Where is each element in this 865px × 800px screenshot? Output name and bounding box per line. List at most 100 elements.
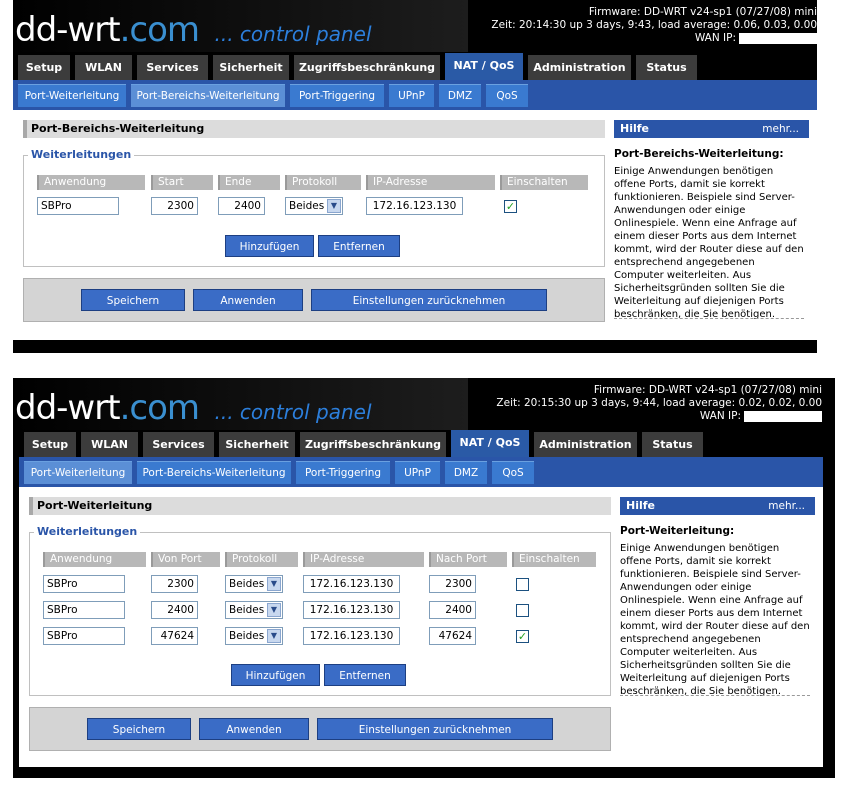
- end-port-input[interactable]: 2400: [218, 197, 265, 215]
- apply-button[interactable]: Anwenden: [199, 718, 309, 740]
- help-text: Einige Anwendungen benötigen offene Port…: [620, 543, 810, 697]
- subtab-port-triggering[interactable]: Port-Triggering: [296, 461, 390, 484]
- protocol-select[interactable]: Beides ▼: [225, 627, 283, 645]
- subtab-port-weiterleitung[interactable]: Port-Weiterleitung: [24, 461, 132, 484]
- subtab-port-bereichs-weiterleitung[interactable]: Port-Bereichs-Weiterleitung: [131, 84, 285, 107]
- save-button[interactable]: Speichern: [87, 718, 191, 740]
- wan-ip-label: WAN IP:: [699, 410, 741, 422]
- tab-sicherheit[interactable]: Sicherheit: [213, 55, 289, 81]
- tab-services[interactable]: Services: [137, 55, 208, 81]
- protocol-select[interactable]: Beides ▼: [225, 601, 283, 619]
- enable-checkbox[interactable]: [516, 604, 529, 617]
- start-port-input[interactable]: 2300: [151, 197, 198, 215]
- tab-setup[interactable]: Setup: [24, 432, 76, 458]
- tab-status[interactable]: Status: [636, 55, 697, 81]
- app-name-input[interactable]: SBPro: [37, 197, 119, 215]
- help-text: Einige Anwendungen benötigen offene Port…: [614, 166, 804, 320]
- tab-setup[interactable]: Setup: [18, 55, 70, 81]
- protocol-select[interactable]: Beides ▼: [285, 197, 343, 215]
- from-port-input[interactable]: 2400: [151, 601, 198, 619]
- tab-nat-qos[interactable]: NAT / QoS: [445, 53, 523, 81]
- enable-checkbox[interactable]: [516, 578, 529, 591]
- add-button[interactable]: Hinzufügen: [231, 664, 320, 686]
- ip-address-input[interactable]: 172.16.123.130: [303, 627, 400, 645]
- control-panel-range-forwarding: dd-wrt.com ... control panel Firmware: D…: [13, 0, 817, 353]
- ip-address-input[interactable]: 172.16.123.130: [303, 601, 400, 619]
- tab-services[interactable]: Services: [143, 432, 214, 458]
- subtab-port-bereichs-weiterleitung[interactable]: Port-Bereichs-Weiterleitung: [137, 461, 291, 484]
- col-protokoll: Protokoll: [285, 175, 361, 190]
- help-subtitle: Port-Weiterleitung:: [620, 525, 735, 537]
- firmware-text: Firmware: DD-WRT v24-sp1 (07/27/08) mini: [593, 384, 822, 396]
- subtab-port-weiterleitung[interactable]: Port-Weiterleitung: [18, 84, 126, 107]
- col-einschalten: Einschalten: [500, 175, 588, 190]
- tab-nat-qos[interactable]: NAT / QoS: [451, 430, 529, 458]
- remove-button[interactable]: Entfernen: [318, 235, 400, 257]
- reset-button[interactable]: Einstellungen zurücknehmen: [317, 718, 553, 740]
- col-nach-port: Nach Port: [429, 552, 507, 567]
- enable-checkbox[interactable]: ✓: [516, 630, 529, 643]
- help-subtitle: Port-Bereichs-Weiterleitung:: [614, 148, 784, 160]
- app-name-input[interactable]: SBPro: [43, 627, 125, 645]
- wan-ip-value: [739, 32, 817, 44]
- help-panel: Hilfe mehr... Port-Weiterleitung: Einige…: [620, 497, 815, 707]
- action-bar: Speichern Anwenden Einstellungen zurückn…: [23, 278, 605, 322]
- save-button[interactable]: Speichern: [81, 289, 185, 311]
- help-more-link[interactable]: mehr...: [762, 120, 799, 138]
- help-divider: [620, 695, 810, 696]
- tab-sicherheit[interactable]: Sicherheit: [219, 432, 295, 458]
- tab-zugriffsbeschraenkung[interactable]: Zugriffsbeschränkung: [294, 55, 440, 81]
- main-tabs: Setup WLAN Services Sicherheit Zugriffsb…: [24, 430, 824, 458]
- router-status: Firmware: DD-WRT v24-sp1 (07/27/08) mini…: [496, 384, 822, 423]
- help-more-link[interactable]: mehr...: [768, 497, 805, 515]
- col-anwendung: Anwendung: [43, 552, 146, 567]
- app-name-input[interactable]: SBPro: [43, 601, 125, 619]
- reset-button[interactable]: Einstellungen zurücknehmen: [311, 289, 547, 311]
- to-port-input[interactable]: 2300: [429, 575, 476, 593]
- subtab-port-triggering[interactable]: Port-Triggering: [290, 84, 384, 107]
- forwarding-fieldset: Weiterleitungen Anwendung Von Port Proto…: [29, 525, 611, 696]
- remove-button[interactable]: Entfernen: [324, 664, 406, 686]
- fieldset-legend: Weiterleitungen: [28, 148, 135, 161]
- col-ip-adresse: IP-Adresse: [366, 175, 495, 190]
- main-content: Port-Bereichs-Weiterleitung Weiterleitun…: [13, 110, 817, 340]
- uptime-text: Zeit: 20:14:30 up 3 days, 9:43, load ave…: [491, 19, 817, 31]
- ip-address-input[interactable]: 172.16.123.130: [366, 197, 463, 215]
- apply-button[interactable]: Anwenden: [193, 289, 303, 311]
- add-button[interactable]: Hinzufügen: [225, 235, 314, 257]
- help-divider: [614, 318, 804, 319]
- subtab-qos[interactable]: QoS: [492, 461, 534, 484]
- from-port-input[interactable]: 47624: [151, 627, 198, 645]
- subtab-upnp[interactable]: UPnP: [395, 461, 440, 484]
- wan-ip-value: [744, 410, 822, 422]
- col-einschalten: Einschalten: [512, 552, 596, 567]
- subtab-dmz[interactable]: DMZ: [439, 84, 481, 107]
- help-title: Hilfe: [620, 122, 649, 135]
- tab-zugriffsbeschraenkung[interactable]: Zugriffsbeschränkung: [300, 432, 446, 458]
- from-port-input[interactable]: 2300: [151, 575, 198, 593]
- tab-status[interactable]: Status: [642, 432, 703, 458]
- tab-administration[interactable]: Administration: [528, 55, 631, 81]
- tab-wlan[interactable]: WLAN: [75, 55, 132, 81]
- tab-wlan[interactable]: WLAN: [81, 432, 138, 458]
- tab-administration[interactable]: Administration: [534, 432, 637, 458]
- firmware-text: Firmware: DD-WRT v24-sp1 (07/27/08) mini: [588, 6, 817, 18]
- chevron-down-icon: ▼: [267, 629, 281, 643]
- ddwrt-logo: dd-wrt.com ... control panel: [15, 388, 372, 428]
- ip-address-input[interactable]: 172.16.123.130: [303, 575, 400, 593]
- sub-tabs: Port-Weiterleitung Port-Bereichs-Weiterl…: [13, 80, 817, 110]
- app-name-input[interactable]: SBPro: [43, 575, 125, 593]
- protocol-value: Beides: [289, 200, 325, 212]
- enable-checkbox[interactable]: ✓: [504, 200, 517, 213]
- col-start: Start: [151, 175, 213, 190]
- to-port-input[interactable]: 47624: [429, 627, 476, 645]
- subtab-qos[interactable]: QoS: [486, 84, 528, 107]
- subtab-dmz[interactable]: DMZ: [445, 461, 487, 484]
- col-ende: Ende: [218, 175, 280, 190]
- subtab-upnp[interactable]: UPnP: [389, 84, 434, 107]
- col-anwendung: Anwendung: [37, 175, 145, 190]
- to-port-input[interactable]: 2400: [429, 601, 476, 619]
- protocol-select[interactable]: Beides ▼: [225, 575, 283, 593]
- ddwrt-logo: dd-wrt.com ... control panel: [15, 10, 372, 50]
- help-header: Hilfe mehr...: [614, 120, 809, 138]
